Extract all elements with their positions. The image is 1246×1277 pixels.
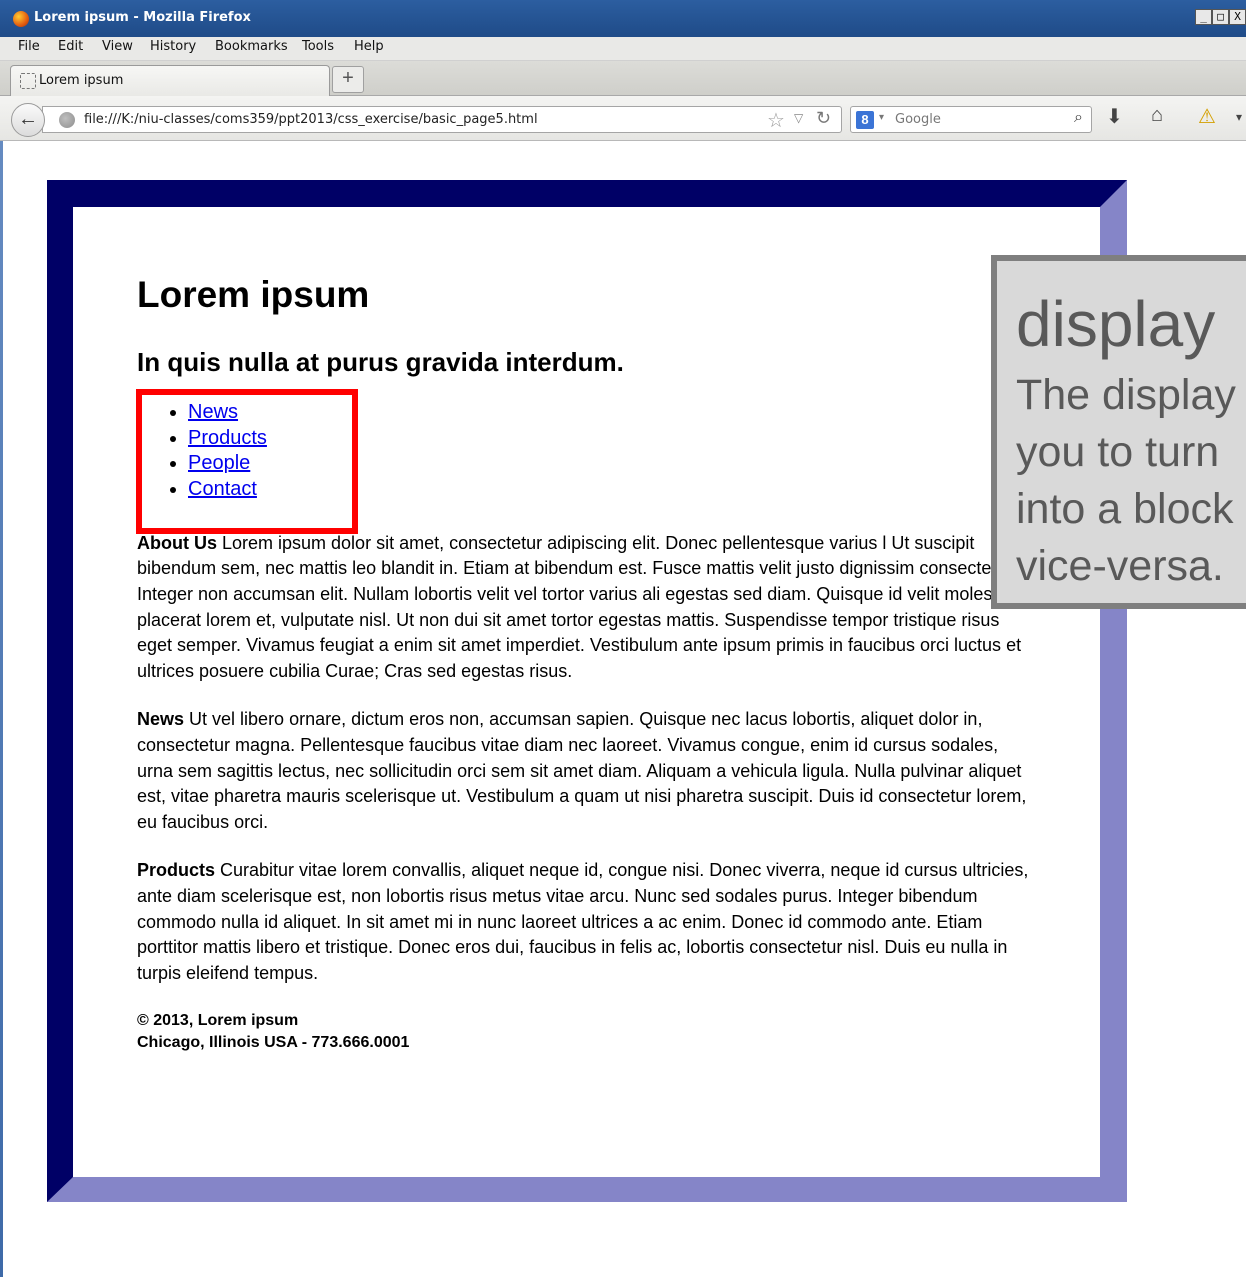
products-lead: Products: [137, 860, 216, 881]
callout-title: display: [1016, 288, 1216, 360]
menu-help[interactable]: Help: [354, 39, 384, 54]
about-lead: About Us: [137, 532, 217, 553]
desktop-edge: [0, 0, 3, 1277]
overflow-chevron-icon[interactable]: ▾: [1236, 110, 1242, 124]
navigation-toolbar: file:///K:/niu-classes/coms359/ppt2013/c…: [0, 96, 1246, 141]
minimize-button[interactable]: _: [1195, 9, 1212, 25]
warning-icon[interactable]: ⚠: [1198, 104, 1216, 129]
products-paragraph: Products Curabitur vitae lorem convallis…: [137, 858, 1037, 986]
products-text: Curabitur vitae lorem convallis, aliquet…: [137, 860, 1029, 983]
menu-history[interactable]: History: [150, 39, 196, 54]
back-button[interactable]: ←: [11, 103, 45, 137]
window-title: Lorem ipsum - Mozilla Firefox: [34, 10, 251, 25]
tab-strip: Lorem ipsum +: [0, 61, 1246, 96]
highlight-box: [136, 389, 358, 534]
reload-icon[interactable]: ↻: [816, 108, 831, 129]
download-icon[interactable]: ⬇: [1106, 104, 1123, 129]
firefox-logo-icon: [13, 11, 29, 27]
page-footer: © 2013, Lorem ipsum Chicago, Illinois US…: [137, 1010, 1037, 1054]
search-placeholder[interactable]: Google: [895, 112, 941, 127]
tab-lorem-ipsum[interactable]: Lorem ipsum: [10, 65, 330, 96]
news-lead: News: [137, 709, 185, 730]
menu-edit[interactable]: Edit: [58, 39, 83, 54]
window-titlebar[interactable]: Lorem ipsum - Mozilla Firefox _ □ X: [0, 0, 1246, 37]
home-icon[interactable]: ⌂: [1151, 104, 1163, 127]
page-subheading: In quis nulla at purus gravida interdum.: [137, 347, 624, 377]
about-text: Lorem ipsum dolor sit amet, consectetur …: [137, 532, 1022, 681]
footer-copyright: © 2013, Lorem ipsum: [137, 1012, 299, 1030]
maximize-button[interactable]: □: [1212, 9, 1229, 25]
new-tab-button[interactable]: +: [332, 66, 364, 93]
search-box[interactable]: 8 ▾ Google ⌕: [850, 106, 1092, 133]
magnifier-icon[interactable]: ⌕: [1074, 109, 1083, 127]
callout-body: The display you to turn into a block vic…: [1016, 371, 1236, 590]
menu-bookmarks[interactable]: Bookmarks: [215, 39, 288, 54]
globe-icon: [59, 112, 75, 128]
dropdown-icon[interactable]: ▽: [794, 111, 803, 125]
url-bar[interactable]: file:///K:/niu-classes/coms359/ppt2013/c…: [42, 106, 842, 133]
back-arrow-icon: ←: [18, 108, 38, 130]
url-text[interactable]: file:///K:/niu-classes/coms359/ppt2013/c…: [84, 112, 538, 127]
tab-label: Lorem ipsum: [39, 73, 124, 88]
menubar: File Edit View History Bookmarks Tools H…: [0, 37, 1246, 61]
about-paragraph: About Us Lorem ipsum dolor sit amet, con…: [137, 531, 1037, 685]
page-heading: Lorem ipsum: [137, 274, 370, 315]
menu-tools[interactable]: Tools: [302, 39, 334, 54]
blank-page-icon: [20, 73, 36, 89]
window-controls: _ □ X: [1195, 9, 1246, 25]
close-button[interactable]: X: [1229, 9, 1246, 25]
display-callout: display The display you to turn into a b…: [991, 255, 1246, 609]
news-text: Ut vel libero ornare, dictum eros non, a…: [137, 709, 1027, 832]
search-engine-dropdown-icon[interactable]: ▾: [879, 112, 884, 123]
menu-file[interactable]: File: [18, 39, 40, 54]
footer-address: Chicago, Illinois USA - 773.666.0001: [137, 1034, 410, 1052]
star-icon[interactable]: ☆: [767, 108, 785, 133]
news-paragraph: News Ut vel libero ornare, dictum eros n…: [137, 707, 1037, 835]
search-engine-icon[interactable]: 8: [856, 111, 874, 129]
menu-view[interactable]: View: [102, 39, 133, 54]
